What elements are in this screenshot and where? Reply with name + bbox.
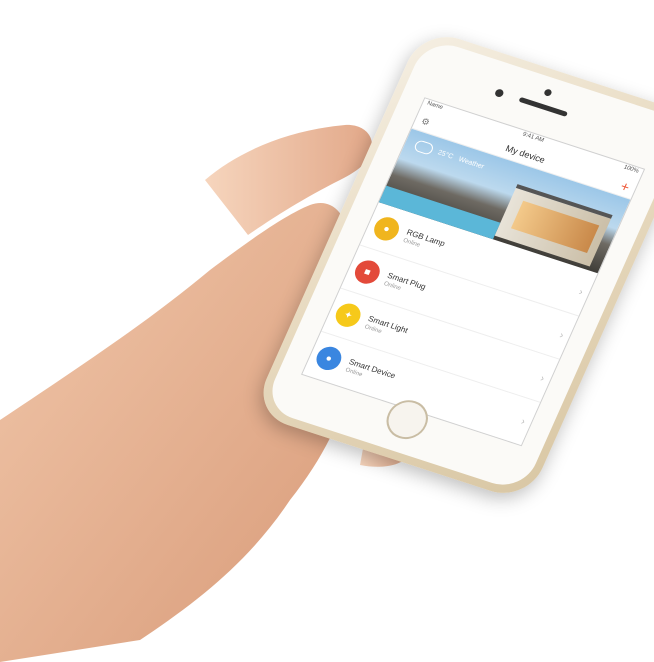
weather-temp: 25°C: [436, 148, 455, 161]
sensor-icon: [493, 88, 505, 99]
front-camera-icon: [543, 88, 553, 97]
gear-icon[interactable]: ⚙: [420, 115, 432, 128]
palm-shape: [0, 203, 359, 662]
light-bulb-icon: ✦: [331, 300, 365, 330]
lamp-icon: ●: [370, 214, 403, 244]
weather-label: Weather: [457, 155, 486, 171]
plug-icon: ■: [351, 257, 384, 287]
device-icon: ●: [312, 343, 346, 374]
earpiece-speaker: [518, 96, 569, 117]
product-photo: Name 9:41 AM 100% ⚙ My device + 25°C Wea…: [0, 0, 654, 662]
cloud-icon: [412, 139, 435, 156]
plus-icon[interactable]: +: [618, 178, 632, 195]
